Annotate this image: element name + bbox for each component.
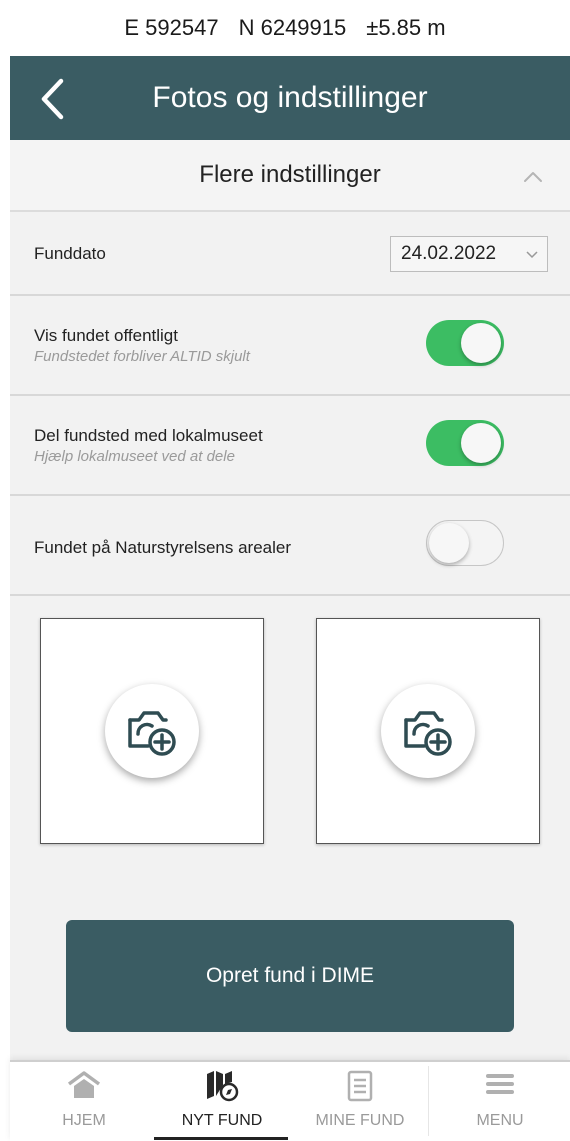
toggle-knob — [429, 522, 469, 563]
active-tab-indicator — [154, 1137, 288, 1140]
tab-label: MENU — [476, 1112, 524, 1129]
add-photo-button[interactable] — [381, 684, 475, 778]
tab-new-find[interactable]: NYT FUND — [152, 1062, 292, 1141]
page-title: Fotos og indstillinger — [152, 81, 428, 114]
tab-label: MINE FUND — [315, 1112, 405, 1129]
tab-label: HJEM — [62, 1112, 106, 1129]
camera-add-icon — [404, 711, 452, 756]
camera-add-icon — [128, 711, 176, 756]
menu-icon — [486, 1074, 514, 1094]
section-header-more-settings[interactable]: Flere indstillinger — [10, 140, 570, 212]
northing-value: N 6249915 — [238, 15, 347, 40]
museum-label: Del fundsted med lokalmuseet — [34, 426, 263, 445]
tab-my-finds[interactable]: MINE FUND — [290, 1062, 430, 1141]
tab-label: NYT FUND — [181, 1112, 263, 1129]
toggle-knob — [461, 323, 501, 363]
date-label: Funddato — [34, 244, 106, 263]
map-pin-icon — [207, 1071, 239, 1102]
bottom-tab-bar: HJEM NYT FUND MINE FUND MENU — [10, 1060, 570, 1141]
public-label: Vis fundet offentligt — [34, 326, 178, 345]
easting-value: E 592547 — [124, 15, 219, 40]
date-value: 24.02.2022 — [401, 243, 497, 264]
home-icon — [67, 1071, 101, 1098]
chevron-up-icon — [524, 172, 542, 182]
create-find-button[interactable]: Opret fund i DIME — [66, 920, 514, 1032]
museum-toggle[interactable] — [426, 420, 504, 466]
create-find-label: Opret fund i DIME — [205, 964, 375, 987]
public-sublabel: Fundstedet forbliver ALTID skjult — [34, 348, 250, 365]
section-title: Flere indstillinger — [199, 161, 381, 188]
accuracy-value: ±5.85 m — [366, 15, 446, 40]
date-select[interactable]: 24.02.2022 — [390, 236, 548, 272]
nature-label: Fundet på Naturstyrelsens arealer — [34, 538, 292, 557]
add-photo-button[interactable] — [105, 684, 199, 778]
app-header: Fotos og indstillinger — [10, 56, 570, 140]
chevron-left-icon — [41, 78, 64, 120]
photo-slot-1[interactable] — [40, 618, 264, 844]
nature-row: Fundet på Naturstyrelsens arealer — [10, 496, 570, 596]
tab-home[interactable]: HJEM — [14, 1062, 154, 1141]
public-toggle[interactable] — [426, 320, 504, 366]
toggle-knob — [461, 423, 501, 463]
tab-menu[interactable]: MENU — [430, 1062, 570, 1141]
nature-toggle[interactable] — [426, 520, 504, 566]
chevron-down-icon — [526, 251, 538, 259]
photo-slot-2[interactable] — [316, 618, 540, 844]
date-row: Funddato 24.02.2022 — [10, 212, 570, 296]
tab-divider — [428, 1066, 429, 1136]
coordinate-bar: E 592547 N 6249915 ±5.85 m — [0, 0, 570, 56]
museum-sublabel: Hjælp lokalmuseet ved at dele — [34, 448, 235, 465]
museum-row: Del fundsted med lokalmuseet Hjælp lokal… — [10, 396, 570, 496]
back-button[interactable] — [32, 76, 72, 122]
settings-panel: Flere indstillinger Funddato 24.02.2022 … — [10, 140, 570, 1060]
public-row: Vis fundet offentligt Fundstedet forbliv… — [10, 296, 570, 396]
document-icon — [347, 1070, 373, 1102]
